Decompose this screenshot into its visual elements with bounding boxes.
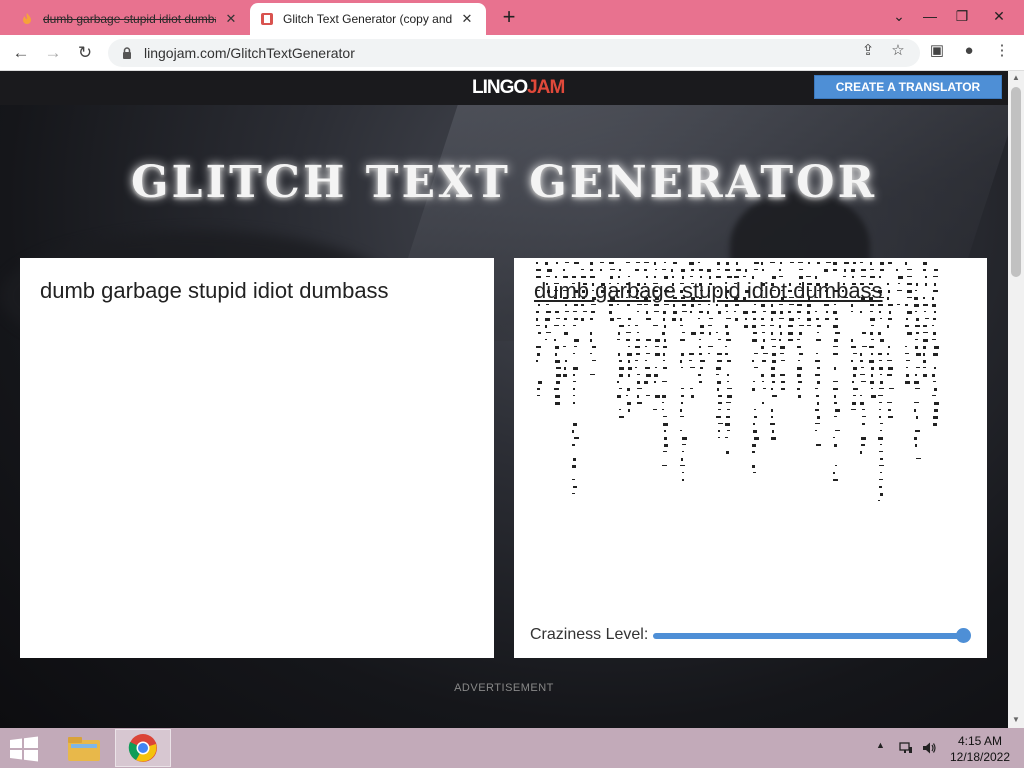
taskbar: ▲ 4:15 AM 12/18/2022 bbox=[0, 728, 1024, 768]
glitch-column bbox=[905, 262, 912, 384]
glitch-column bbox=[932, 269, 939, 426]
site-header: LINGOJAM CREATE A TRANSLATOR bbox=[0, 71, 1008, 105]
logo-part2: JAM bbox=[527, 77, 565, 98]
close-window-icon[interactable]: ✕ bbox=[987, 4, 1011, 28]
scroll-down-arrow-icon[interactable]: ▼ bbox=[1008, 713, 1024, 727]
file-explorer-icon[interactable] bbox=[56, 729, 112, 767]
lingojam-favicon-icon bbox=[261, 13, 273, 25]
windows-start-icon[interactable] bbox=[8, 736, 40, 762]
logo-part1: LINGO bbox=[472, 77, 528, 98]
page-title: GLITCH TEXT GENERATOR bbox=[130, 157, 878, 208]
tab-active[interactable]: Glitch Text Generator (copy and paste) ✕ bbox=[250, 3, 486, 35]
craziness-label: Craziness Level: bbox=[530, 626, 649, 643]
close-tab-icon[interactable]: ✕ bbox=[458, 10, 476, 28]
clock-time: 4:15 AM bbox=[957, 734, 1003, 748]
craziness-slider-track[interactable] bbox=[653, 633, 965, 639]
bookmark-star-icon[interactable]: ☆ bbox=[887, 39, 909, 61]
forward-arrow-icon[interactable]: → bbox=[40, 41, 66, 65]
glitch-column bbox=[923, 262, 929, 377]
advertisement-label: ADVERTISEMENT bbox=[454, 682, 554, 694]
new-tab-button[interactable]: + bbox=[497, 6, 521, 30]
chrome-taskbar-icon[interactable] bbox=[115, 729, 171, 767]
restore-icon[interactable]: ❐ bbox=[950, 4, 974, 28]
clock-date: 12/18/2022 bbox=[949, 750, 1011, 764]
site-logo[interactable]: LINGOJAM bbox=[472, 77, 565, 99]
glitch-column bbox=[914, 283, 921, 459]
browser-toolbar: ← → ↻ lingojam.com/GlitchTextGenerator ⇪… bbox=[0, 35, 1024, 71]
network-icon[interactable] bbox=[898, 740, 914, 756]
address-bar[interactable]: lingojam.com/GlitchTextGenerator bbox=[108, 39, 920, 67]
scroll-up-arrow-icon[interactable]: ▲ bbox=[1008, 71, 1024, 85]
input-textarea[interactable]: dumb garbage stupid idiot dumbass bbox=[20, 258, 494, 658]
tab-inactive[interactable]: dumb garbage stupid idiot dumbass ✕ bbox=[10, 3, 250, 35]
web-page: LINGOJAM CREATE A TRANSLATOR GLITCH TEXT… bbox=[0, 71, 1008, 728]
craziness-slider-thumb[interactable] bbox=[956, 628, 971, 643]
glitch-column bbox=[887, 262, 894, 418]
close-tab-icon[interactable]: ✕ bbox=[222, 10, 240, 28]
system-clock[interactable]: 4:15 AM 12/18/2022 bbox=[944, 733, 1016, 765]
output-textarea[interactable]: dumb garbage stupid idiot dumbass Crazin… bbox=[514, 258, 987, 658]
scrollbar-thumb[interactable] bbox=[1011, 87, 1021, 277]
tab-title: dumb garbage stupid idiot dumbass bbox=[43, 12, 216, 26]
fire-icon bbox=[23, 13, 31, 24]
input-text: dumb garbage stupid idiot dumbass bbox=[40, 278, 389, 303]
tab-title: Glitch Text Generator (copy and paste) bbox=[283, 12, 452, 26]
output-text: dumb garbage stupid idiot dumbass bbox=[534, 278, 883, 303]
side-panel-icon[interactable]: ▣ bbox=[926, 39, 948, 61]
profile-avatar-icon[interactable]: ● bbox=[958, 39, 980, 61]
browser-tab-strip: dumb garbage stupid idiot dumbass ✕ Glit… bbox=[0, 0, 1024, 35]
glitch-column bbox=[896, 269, 903, 305]
url-text: lingojam.com/GlitchTextGenerator bbox=[144, 45, 355, 61]
lock-icon bbox=[123, 47, 131, 59]
volume-icon[interactable] bbox=[921, 740, 937, 756]
page-scrollbar[interactable]: ▲ ▼ bbox=[1008, 71, 1024, 728]
back-arrow-icon[interactable]: ← bbox=[8, 41, 34, 65]
share-icon[interactable]: ⇪ bbox=[857, 39, 879, 61]
create-translator-button[interactable]: CREATE A TRANSLATOR bbox=[814, 75, 1002, 99]
reload-icon[interactable]: ↻ bbox=[72, 41, 98, 65]
tab-search-chevron-icon[interactable]: ⌄ bbox=[887, 4, 911, 28]
menu-kebab-icon[interactable]: ⋮ bbox=[991, 39, 1013, 61]
minimize-icon[interactable]: — bbox=[918, 4, 942, 28]
tray-expand-icon[interactable]: ▲ bbox=[876, 740, 885, 750]
